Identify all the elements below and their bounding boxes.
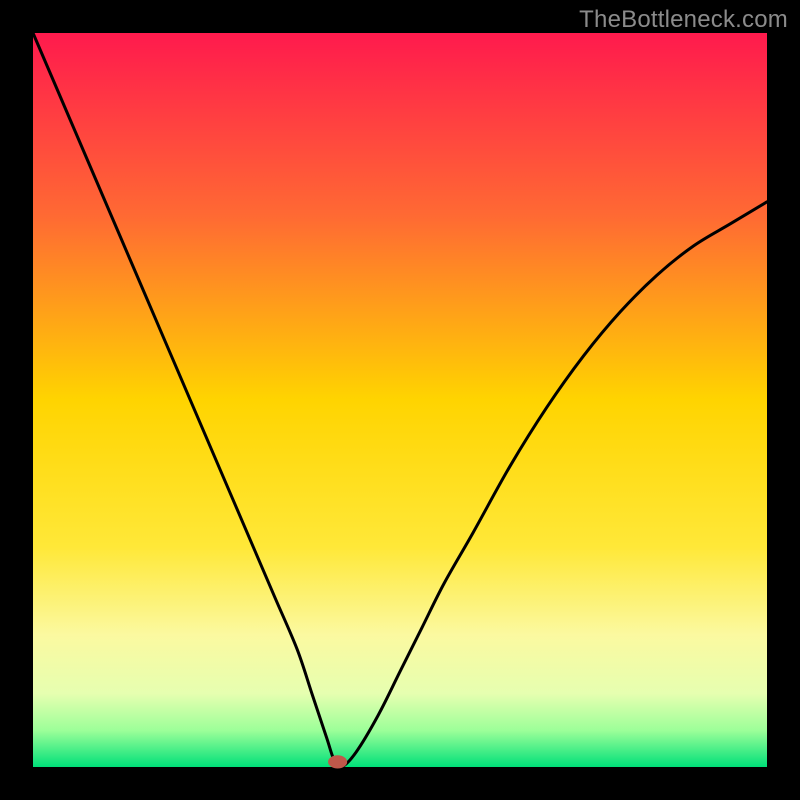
bottleneck-chart [0, 0, 800, 800]
plot-background [33, 33, 767, 767]
watermark-text: TheBottleneck.com [579, 6, 788, 34]
min-point-marker [328, 755, 347, 768]
chart-frame: TheBottleneck.com [0, 0, 800, 800]
